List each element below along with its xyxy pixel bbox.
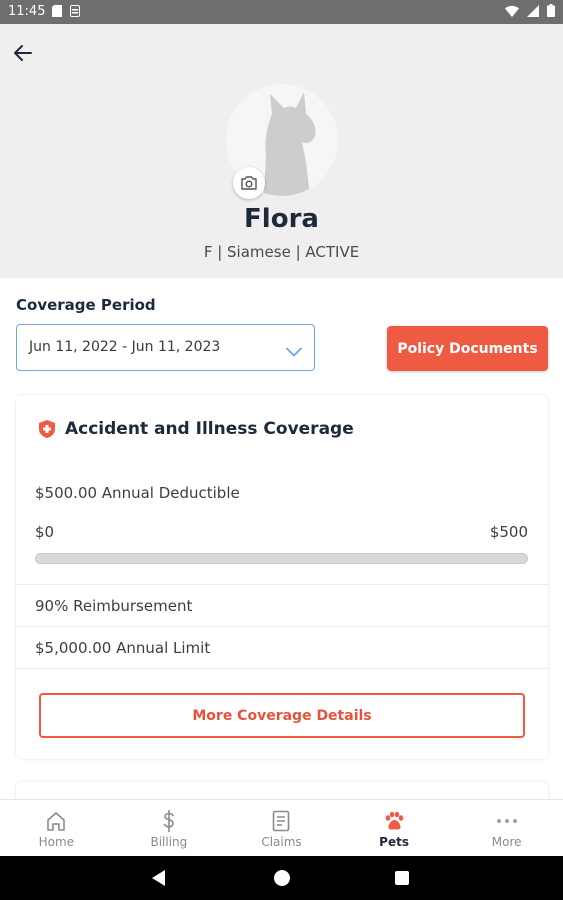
bottom-tab-bar: Home Billing Claims Pets More <box>0 799 563 856</box>
battery-icon <box>547 4 555 21</box>
deductible-range-max: $500 <box>489 523 528 541</box>
dollar-icon <box>160 809 178 833</box>
divider <box>16 626 548 627</box>
back-button[interactable] <box>12 42 40 66</box>
annual-limit: $5,000.00 Annual Limit <box>35 639 211 657</box>
tab-pets[interactable]: Pets <box>338 800 451 856</box>
camera-icon <box>241 176 257 190</box>
deductible-progress-bar <box>35 553 528 564</box>
status-bar: 11:45 <box>0 0 563 24</box>
coverage-period-dropdown[interactable]: Jun 11, 2022 - Jun 11, 2023 <box>16 324 315 371</box>
more-coverage-details-button[interactable]: More Coverage Details <box>39 693 525 738</box>
coverage-period-label: Coverage Period <box>16 296 156 314</box>
divider <box>16 668 548 669</box>
tab-label: More <box>491 835 522 849</box>
tab-home[interactable]: Home <box>0 800 113 856</box>
change-photo-button[interactable] <box>233 167 265 199</box>
chevron-down-icon <box>286 342 302 361</box>
document-icon <box>272 809 290 833</box>
policy-documents-button[interactable]: Policy Documents <box>387 326 548 371</box>
tab-label: Pets <box>379 835 409 849</box>
pet-header: Flora F | Siamese | ACTIVE <box>0 24 563 278</box>
tab-label: Billing <box>150 835 188 849</box>
pet-details: F | Siamese | ACTIVE <box>203 243 360 261</box>
tab-claims[interactable]: Claims <box>225 800 338 856</box>
divider <box>16 584 548 585</box>
tab-more[interactable]: More <box>450 800 563 856</box>
wifi-icon <box>505 5 519 21</box>
tab-billing[interactable]: Billing <box>113 800 226 856</box>
nav-recents-icon[interactable] <box>395 871 409 885</box>
pet-name: Flora <box>244 204 319 234</box>
deductible-range-min: $0 <box>35 523 55 541</box>
coverage-card: Accident and Illness Coverage $500.00 An… <box>16 395 548 759</box>
nav-home-icon[interactable] <box>274 870 290 886</box>
more-dots-icon <box>495 809 519 833</box>
status-time: 11:45 <box>8 4 46 19</box>
sd-card-icon <box>52 5 62 21</box>
home-icon <box>45 809 67 833</box>
paw-icon <box>383 809 405 833</box>
system-navigation-bar <box>0 856 563 900</box>
reimbursement-rate: 90% Reimbursement <box>35 597 193 615</box>
coverage-title: Accident and Illness Coverage <box>65 419 354 439</box>
back-arrow-icon <box>14 45 32 61</box>
nav-back-icon[interactable] <box>152 870 166 890</box>
signal-icon <box>527 4 539 21</box>
shield-icon <box>38 419 56 443</box>
tab-label: Home <box>38 835 75 849</box>
annual-deductible: $500.00 Annual Deductible <box>35 484 240 502</box>
tab-label: Claims <box>261 835 302 849</box>
storage-icon <box>70 5 80 21</box>
coverage-period-value: Jun 11, 2022 - Jun 11, 2023 <box>29 339 221 355</box>
